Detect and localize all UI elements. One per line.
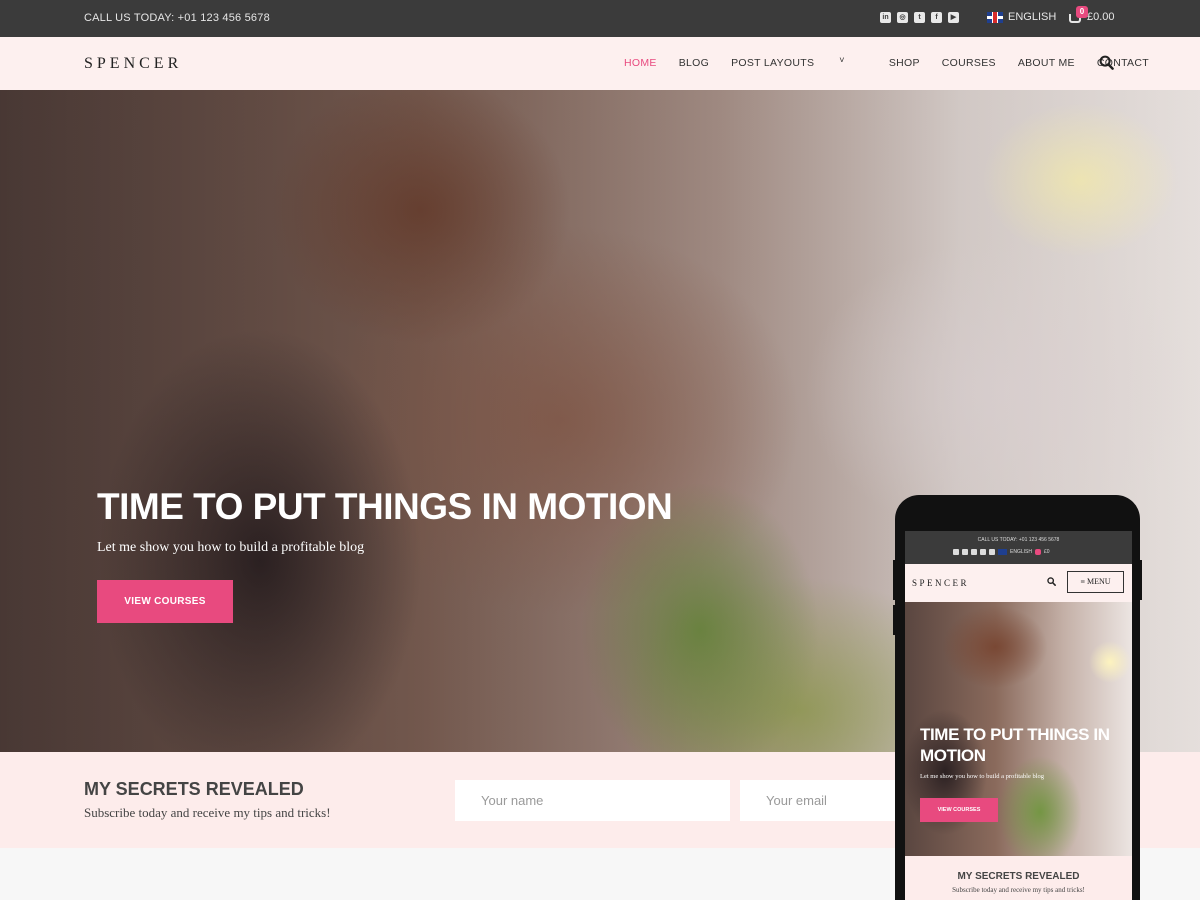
facebook-icon[interactable]: f [931,12,942,23]
mobile-cart-total[interactable]: £0 [1044,549,1050,555]
mobile-hero-subtitle: Let me show you how to build a profitabl… [920,773,1045,780]
uk-flag-icon [998,549,1007,555]
chevron-down-icon: ˅ [839,55,845,65]
uk-flag-icon [987,11,1003,23]
linkedin-icon[interactable]: in [880,12,891,23]
phone-side-button [893,605,896,635]
top-bar: CALL US TODAY: +01 123 456 5678 in ◎ t f… [0,0,1200,37]
phone-number-text: CALL US TODAY: +01 123 456 5678 [84,12,270,24]
mobile-screen: CALL US TODAY: +01 123 456 5678 ENGLISH … [905,531,1132,900]
instagram-icon[interactable]: ◎ [897,12,908,23]
main-nav: HOME BLOG POST LAYOUTS ˅ SHOP COURSES ABO… [624,55,1171,69]
search-icon[interactable] [1047,577,1056,586]
phone-side-button [893,560,896,600]
language-switcher[interactable]: ENGLISH [987,11,1056,23]
twitter-icon[interactable] [971,549,977,555]
mobile-newsletter-title: MY SECRETS REVEALED [957,871,1080,882]
site-logo[interactable]: SPENCER [84,55,182,73]
mobile-hero-banner: TIME TO PUT THINGS IN MOTION Let me show… [905,602,1132,856]
mobile-newsletter-subtitle: Subscribe today and receive my tips and … [952,886,1085,894]
hero-title: TIME TO PUT THINGS IN MOTION [97,486,673,527]
youtube-icon[interactable] [989,549,995,555]
name-input[interactable]: Your name [455,780,730,821]
mobile-newsletter-section: MY SECRETS REVEALED Subscribe today and … [905,856,1132,900]
nav-item-courses[interactable]: COURSES [942,57,996,69]
nav-item-about-me[interactable]: ABOUT ME [1018,57,1075,69]
language-label: ENGLISH [1008,11,1057,23]
view-courses-button[interactable]: VIEW COURSES [97,580,233,623]
mobile-hero-title: TIME TO PUT THINGS IN MOTION [920,725,1110,765]
mobile-menu-button[interactable]: ≡ MENU [1067,571,1124,593]
mobile-top-bar: CALL US TODAY: +01 123 456 5678 ENGLISH … [905,531,1132,564]
mobile-phone-number: CALL US TODAY: +01 123 456 5678 [977,537,1060,543]
youtube-icon[interactable]: ▶ [948,12,959,23]
newsletter-subtitle: Subscribe today and receive my tips and … [84,805,331,820]
newsletter-title: MY SECRETS REVEALED [84,779,304,799]
nav-item-blog[interactable]: BLOG [679,57,709,69]
cart-count-badge: 0 [1076,6,1088,18]
facebook-icon[interactable] [980,549,986,555]
mobile-language-label[interactable]: ENGLISH [1010,549,1032,555]
linkedin-icon[interactable] [953,549,959,555]
cart-count-badge [1034,549,1041,555]
search-icon[interactable] [1099,55,1114,70]
nav-item-post-layouts[interactable]: POST LAYOUTS ˅ [731,55,867,69]
nav-item-shop[interactable]: SHOP [889,57,920,69]
cart-total: £0.00 [1087,11,1115,23]
mobile-view-courses-button[interactable]: VIEW COURSES [920,798,998,822]
mobile-top-row: ENGLISH £0 [953,549,1050,555]
twitter-icon[interactable]: t [914,12,925,23]
instagram-icon[interactable] [962,549,968,555]
nav-item-post-layouts-label: POST LAYOUTS [731,57,815,69]
mobile-site-logo[interactable]: SPENCER [912,578,969,588]
hero-subtitle: Let me show you how to build a profitabl… [97,540,365,555]
phone-side-button [1139,560,1142,600]
social-links: in ◎ t f ▶ [880,12,959,23]
nav-item-home[interactable]: HOME [624,57,657,69]
mobile-header: SPENCER ≡ MENU [905,564,1132,602]
mobile-preview-device: CALL US TODAY: +01 123 456 5678 ENGLISH … [893,495,1142,900]
site-header: SPENCER HOME BLOG POST LAYOUTS ˅ SHOP COU… [0,37,1200,90]
